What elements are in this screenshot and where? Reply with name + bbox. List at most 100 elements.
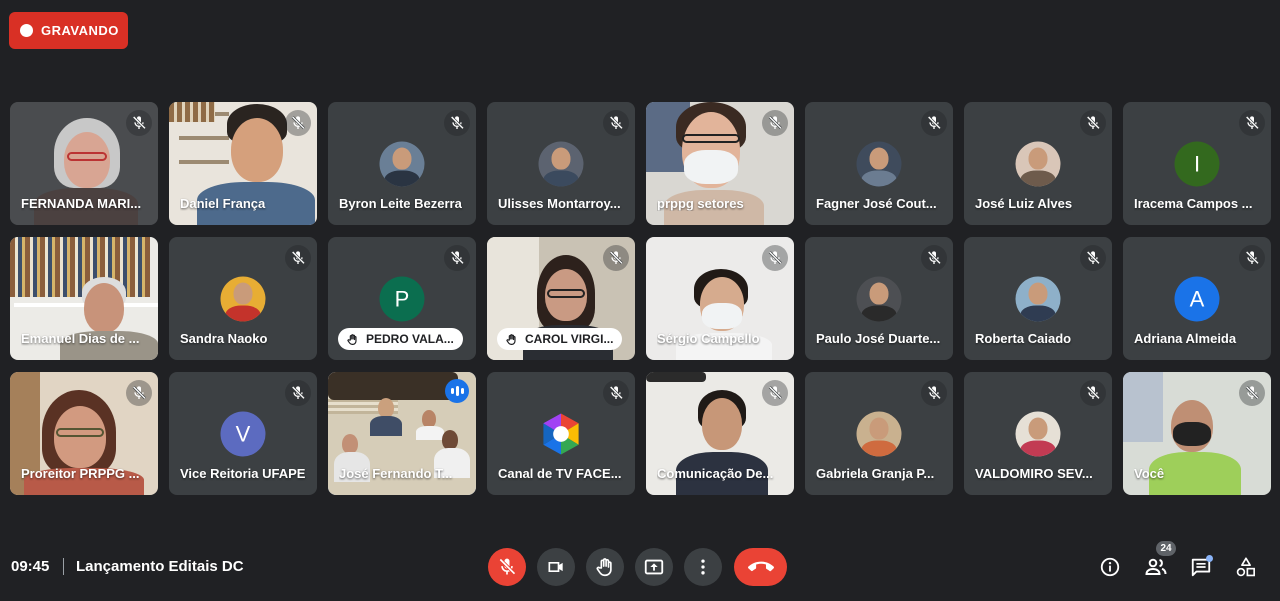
participant-tile[interactable]: FERNANDA MARI...	[10, 102, 158, 225]
participant-tile[interactable]: Gabriela Granja P...	[805, 372, 953, 495]
participant-name: Vice Reitoria UFAPE	[180, 466, 306, 481]
videocam-icon	[548, 562, 563, 572]
mic-off-icon	[126, 380, 152, 406]
participants-button[interactable]	[1143, 554, 1169, 580]
present-screen-button[interactable]	[635, 548, 673, 586]
raise-hand-icon	[505, 333, 525, 346]
participant-name: Você	[1134, 466, 1165, 481]
participant-tile[interactable]: prppg setores	[646, 102, 794, 225]
participant-avatar	[856, 411, 902, 457]
participant-tile[interactable]: Sérgio Campello	[646, 237, 794, 360]
participant-tile[interactable]: Canal de TV FACE...	[487, 372, 635, 495]
record-dot-icon	[20, 24, 33, 37]
activities-icon	[1236, 557, 1255, 577]
raise-hand-button[interactable]	[586, 548, 624, 586]
mic-off-icon	[921, 245, 947, 271]
mic-off-icon	[1080, 245, 1106, 271]
mic-off-icon	[603, 245, 629, 271]
participant-tile[interactable]: Roberta Caiado	[964, 237, 1112, 360]
mic-off-icon	[921, 110, 947, 136]
participant-tile[interactable]: I Iracema Campos ...	[1123, 102, 1271, 225]
mic-off-icon	[1239, 380, 1265, 406]
raise-hand-icon	[596, 558, 612, 577]
participant-grid: FERNANDA MARI... Daniel França Byron Lei…	[10, 102, 1271, 495]
participant-avatar	[1015, 276, 1061, 322]
raise-hand-icon	[346, 333, 366, 346]
mic-off-icon	[499, 558, 516, 575]
mic-off-icon	[762, 110, 788, 136]
participant-name: CAROL VIRGI...	[525, 332, 614, 346]
participant-name: Ulisses Montarroy...	[498, 196, 621, 211]
mic-off-icon	[126, 110, 152, 136]
participant-name: Canal de TV FACE...	[498, 466, 622, 481]
mic-off-icon	[1239, 110, 1265, 136]
participant-name: José Luiz Alves	[975, 196, 1073, 211]
more-options-button[interactable]	[684, 548, 722, 586]
participant-tile[interactable]: Daniel França	[169, 102, 317, 225]
meeting-details-button[interactable]	[1097, 554, 1123, 580]
participant-tile[interactable]: Comunicação De...	[646, 372, 794, 495]
participant-avatar	[538, 141, 584, 187]
participant-name: Gabriela Granja P...	[816, 466, 935, 481]
participant-name: VALDOMIRO SEV...	[975, 466, 1093, 481]
chat-notification-dot	[1206, 555, 1213, 562]
info-icon	[1100, 557, 1120, 577]
participant-name: Byron Leite Bezerra	[339, 196, 462, 211]
participant-name: Comunicação De...	[657, 466, 774, 481]
participant-count-badge: 24	[1156, 541, 1176, 556]
participant-tile[interactable]: José Luiz Alves	[964, 102, 1112, 225]
mic-off-icon	[1239, 245, 1265, 271]
participant-name: Iracema Campos ...	[1134, 196, 1253, 211]
participant-tile[interactable]: Proreitor PRPPG ...	[10, 372, 158, 495]
leave-call-button[interactable]	[734, 548, 787, 586]
participant-tile[interactable]: Você	[1123, 372, 1271, 495]
recording-badge: GRAVANDO	[9, 12, 128, 49]
participant-tile[interactable]: VALDOMIRO SEV...	[964, 372, 1112, 495]
call-end-icon	[747, 561, 774, 572]
mic-toggle-button[interactable]	[488, 548, 526, 586]
participant-name: prppg setores	[657, 196, 744, 211]
participant-tile[interactable]: A Adriana Almeida	[1123, 237, 1271, 360]
divider	[63, 558, 64, 575]
activities-button[interactable]	[1233, 554, 1259, 580]
participant-tile[interactable]: Sandra Naoko	[169, 237, 317, 360]
participant-initial-avatar: A	[1174, 276, 1220, 322]
present-screen-icon	[644, 559, 664, 575]
mic-off-icon	[603, 380, 629, 406]
participant-tile[interactable]: V Vice Reitoria UFAPE	[169, 372, 317, 495]
participant-avatar	[856, 276, 902, 322]
participant-tile[interactable]: Byron Leite Bezerra	[328, 102, 476, 225]
participant-initial-avatar: I	[1174, 141, 1220, 187]
participant-tile[interactable]: P PEDRO VALA...	[328, 237, 476, 360]
participant-tile[interactable]: José Fernando T...	[328, 372, 476, 495]
participant-tile[interactable]: CAROL VIRGI...	[487, 237, 635, 360]
mic-off-icon	[444, 245, 470, 271]
participant-name: Fagner José Cout...	[816, 196, 937, 211]
participant-tile[interactable]: Paulo José Duarte...	[805, 237, 953, 360]
camera-toggle-button[interactable]	[537, 548, 575, 586]
speaking-indicator-icon	[445, 379, 469, 403]
participant-tile[interactable]: Emanuel Dias de ...	[10, 237, 158, 360]
channel-logo-icon	[543, 413, 579, 455]
meeting-title: Lançamento Editais DC	[76, 558, 244, 575]
mic-off-icon	[285, 110, 311, 136]
mic-off-icon	[1080, 110, 1106, 136]
more-vert-icon	[701, 559, 705, 575]
mic-off-icon	[1080, 380, 1106, 406]
participant-name: Paulo José Duarte...	[816, 331, 941, 346]
participant-avatar	[1015, 411, 1061, 457]
recording-label: GRAVANDO	[41, 23, 119, 38]
clock: 09:45	[11, 558, 50, 575]
mic-off-icon	[285, 380, 311, 406]
participant-avatar	[856, 141, 902, 187]
participant-tile[interactable]: Ulisses Montarroy...	[487, 102, 635, 225]
bottom-bar: 09:45 Lançamento Editais DC 24	[0, 532, 1280, 601]
mic-off-icon	[762, 245, 788, 271]
people-icon	[1145, 558, 1167, 575]
participant-tile[interactable]: Fagner José Cout...	[805, 102, 953, 225]
mic-off-icon	[444, 110, 470, 136]
participant-name: Daniel França	[180, 196, 266, 211]
participant-name: Roberta Caiado	[975, 331, 1072, 346]
participant-name: Proreitor PRPPG ...	[21, 466, 140, 481]
participant-name: Emanuel Dias de ...	[21, 331, 140, 346]
